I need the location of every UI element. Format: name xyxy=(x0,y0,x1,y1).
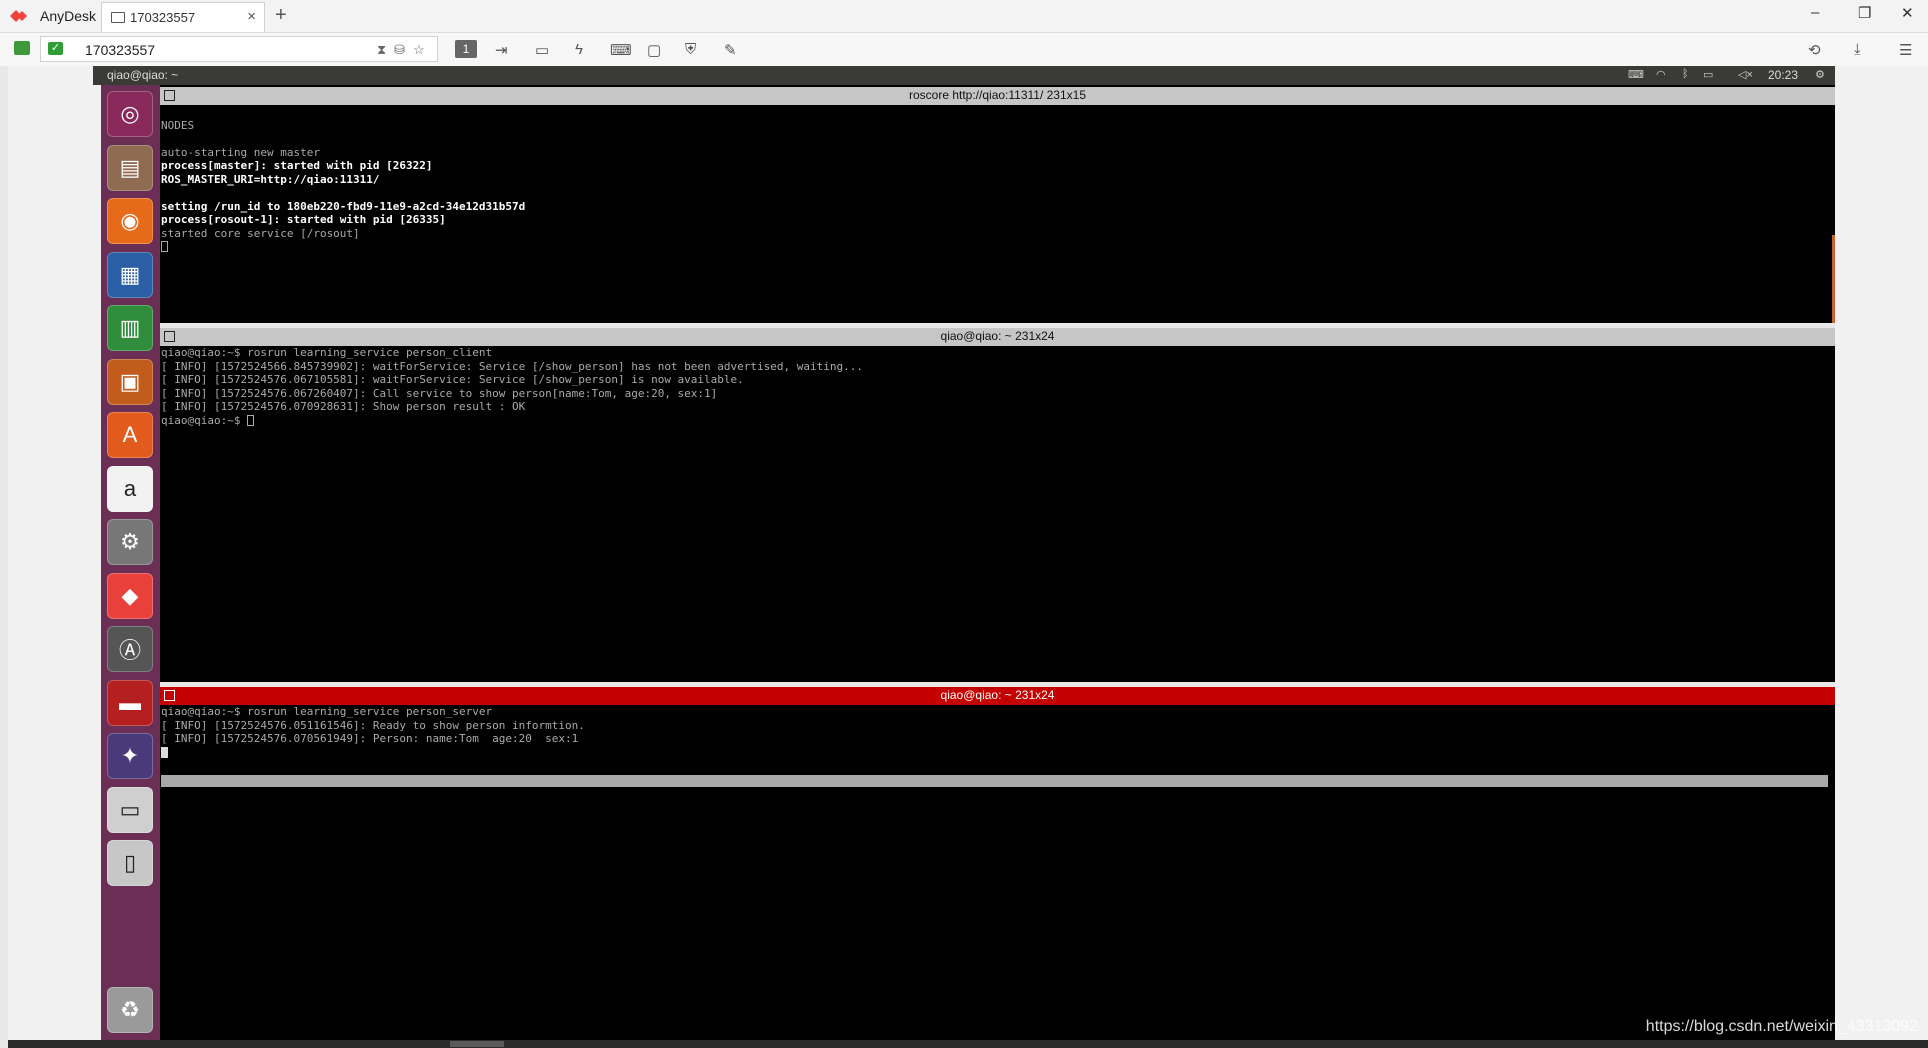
terminal-cursor-line xyxy=(161,240,168,254)
terminator-window[interactable]: roscore http://qiao:11311/ 231x15 NODES a… xyxy=(160,85,1835,1040)
terminal-line: process[rosout-1]: started with pid [263… xyxy=(161,213,446,226)
transfer-icon[interactable]: ⇥ xyxy=(495,41,508,59)
software-updater-icon[interactable]: Ⓐ xyxy=(107,626,153,672)
restore-button[interactable]: ❐ xyxy=(1858,4,1871,22)
session-tab-label: 170323557 xyxy=(130,10,196,25)
chat-icon[interactable]: ▭ xyxy=(535,41,549,59)
software-center-icon[interactable]: A xyxy=(107,412,153,458)
tab-close-button[interactable]: × xyxy=(247,8,256,25)
terminal-line: [ INFO] [1572524576.067260407]: Call ser… xyxy=(161,386,718,400)
pane-resize-edge xyxy=(1832,235,1835,325)
terminal-cursor xyxy=(161,746,168,758)
monitor-icon xyxy=(111,12,125,23)
verified-check-icon: ✓ xyxy=(48,42,63,55)
terminator-icon[interactable]: ▬ xyxy=(107,679,153,726)
settings-gear-icon[interactable]: ⚙ xyxy=(1815,68,1825,81)
terminal-line: qiao@qiao:~$ rosrun learning_service per… xyxy=(161,705,493,718)
panel-clock[interactable]: 20:23 xyxy=(1768,68,1798,82)
bluetooth-icon[interactable]: ᛒ xyxy=(1682,68,1689,80)
firefox-icon[interactable]: ◉ xyxy=(107,198,153,244)
database-icon[interactable]: ⛁ xyxy=(394,42,405,58)
new-tab-button[interactable]: + xyxy=(275,4,287,27)
terminal-1-titlebar[interactable]: roscore http://qiao:11311/ 231x15 xyxy=(160,87,1835,105)
terminal-3-titlebar[interactable]: qiao@qiao: ~ 231x24 xyxy=(160,687,1835,705)
terminal-line: setting /run_id to 180eb220-fbd9-11e9-a2… xyxy=(161,199,526,213)
actions-lightning-icon[interactable]: ϟ xyxy=(575,41,583,58)
terminal-cursor-line xyxy=(161,746,168,760)
terminal-line: [ INFO] [1572524576.070928631]: Show per… xyxy=(161,400,526,413)
terminal-line: [ INFO] [1572524576.070561949]: Person: … xyxy=(161,732,579,745)
terminal-scroll-bar[interactable] xyxy=(161,775,1828,787)
terminal-line: NODES xyxy=(161,118,195,132)
connection-status-icon[interactable] xyxy=(14,41,30,55)
calc-icon[interactable]: ▥ xyxy=(107,305,153,351)
anydesk-title-bar: AnyDesk 170323557 × + – ❐ ✕ xyxy=(0,0,1928,33)
terminal-2-body[interactable]: qiao@qiao:~$ rosrun learning_service per… xyxy=(160,346,1835,682)
files-icon[interactable]: ▤ xyxy=(107,144,153,191)
favorite-star-icon[interactable]: ☆ xyxy=(413,42,425,58)
trash-icon[interactable]: ♻ xyxy=(107,987,153,1033)
system-settings-icon[interactable]: ⚙ xyxy=(107,519,153,565)
terminal-line: [ INFO] [1572524576.067105581]: waitForS… xyxy=(161,373,744,386)
watermark: https://blog.csdn.net/weixin_43313092 xyxy=(1645,1018,1918,1035)
menu-icon[interactable]: ☰ xyxy=(1899,41,1912,59)
wifi-icon[interactable]: ◠ xyxy=(1656,68,1666,81)
terminal-cursor xyxy=(161,241,168,252)
address-input[interactable]: 170323557 xyxy=(85,42,155,58)
terminal-3-title: qiao@qiao: ~ 231x24 xyxy=(940,688,1055,702)
minimize-button[interactable]: – xyxy=(1811,4,1819,21)
terminal-cursor xyxy=(247,414,255,426)
terminal-2-title: qiao@qiao: ~ 231x24 xyxy=(940,329,1055,343)
terminal-line: ROS_MASTER_URI=http://qiao:11311/ xyxy=(161,172,380,186)
keyboard-icon[interactable]: ⌨ xyxy=(610,41,632,59)
address-bar[interactable]: ✓ 170323557 ⧗ ⛁ ☆ xyxy=(40,36,438,62)
terminal-line: [ INFO] [1572524566.845739902]: waitForS… xyxy=(161,359,863,373)
amazon-icon[interactable]: a xyxy=(107,465,153,512)
writer-icon[interactable]: ▦ xyxy=(107,251,153,298)
display-icon[interactable]: ▢ xyxy=(647,41,661,59)
ubuntu-dash-icon[interactable]: ◎ xyxy=(107,91,153,137)
history-icon[interactable]: ⟲ xyxy=(1808,41,1821,59)
close-window-button[interactable]: ✕ xyxy=(1901,4,1914,22)
pen-icon[interactable]: ✎ xyxy=(724,41,737,59)
app-name: AnyDesk xyxy=(40,8,97,24)
terminal-line: qiao@qiao:~$ xyxy=(161,414,255,428)
terminal-line: process[master]: started with pid [26322… xyxy=(161,159,433,172)
battery-icon[interactable]: ▭ xyxy=(1703,68,1713,81)
anydesk-launcher-icon[interactable]: ◆ xyxy=(107,572,153,619)
anydesk-toolbar: ✓ 170323557 ⧗ ⛁ ☆ 1 ⇥ ▭ ϟ ⌨ ▢ ⛨ ✎ ⟲ ⤓ ☰ xyxy=(0,33,1928,67)
keyboard-indicator-icon[interactable]: ⌨ xyxy=(1628,68,1644,81)
download-icon[interactable]: ⤓ xyxy=(1854,41,1861,58)
hourglass-icon[interactable]: ⧗ xyxy=(377,42,386,58)
panel-window-title: qiao@qiao: ~ xyxy=(107,68,179,82)
terminal-1-title: roscore http://qiao:11311/ 231x15 xyxy=(908,88,1086,102)
unity-launcher: ◎ ▤ ◉ ▦ ▥ ▣ Aa ⚙ ◆ Ⓐ ▬ ✦ ▭ ▯ ♻ xyxy=(101,85,160,1040)
terminal-2-titlebar[interactable]: qiao@qiao: ~ 231x24 xyxy=(160,328,1835,346)
scrollbar-thumb[interactable] xyxy=(450,1041,504,1047)
remote-scrollbar[interactable] xyxy=(8,1040,1928,1048)
usb-drive-icon[interactable]: ▯ xyxy=(107,840,153,886)
permissions-shield-icon[interactable]: ⛨ xyxy=(685,41,696,58)
monitor-select-button[interactable]: 1 xyxy=(455,40,477,58)
session-tab[interactable]: 170323557 × xyxy=(101,2,265,32)
anydesk-logo-icon xyxy=(10,10,27,22)
rviz-icon[interactable]: ✦ xyxy=(107,733,153,779)
terminal-line: started core service [/rosout] xyxy=(161,226,360,240)
terminal-1-body[interactable]: NODES auto-starting new master process[mas… xyxy=(160,105,1835,343)
terminal-line: qiao@qiao:~$ rosrun learning_service per… xyxy=(161,346,493,359)
terminal-3-body[interactable]: qiao@qiao:~$ rosrun learning_service per… xyxy=(160,705,1835,1040)
terminal-line: auto-starting new master xyxy=(161,145,320,159)
impress-icon[interactable]: ▣ xyxy=(107,358,153,405)
drive-icon[interactable]: ▭ xyxy=(107,786,153,833)
ubuntu-top-panel: qiao@qiao: ~ ⌨ ◠ ᛒ ▭ ◁× 20:23 ⚙ xyxy=(93,66,1835,85)
terminal-line: [ INFO] [1572524576.051161546]: Ready to… xyxy=(161,718,585,732)
volume-muted-icon[interactable]: ◁× xyxy=(1738,68,1753,81)
